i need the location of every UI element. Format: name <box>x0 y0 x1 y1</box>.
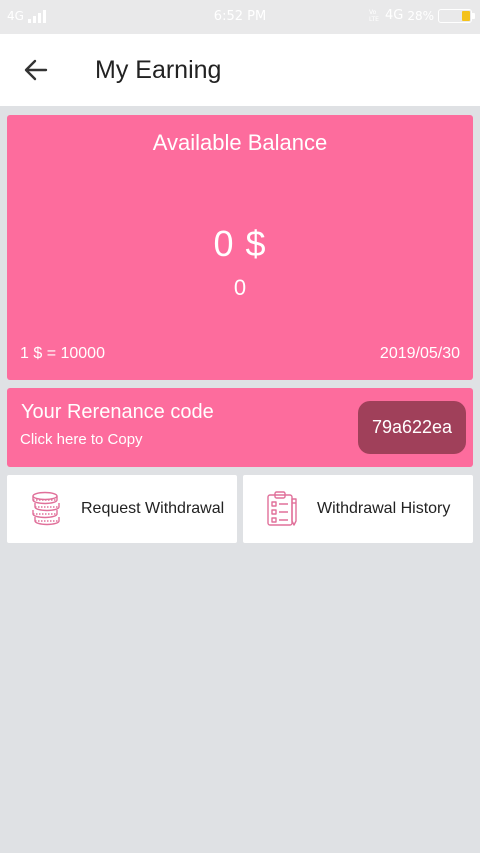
back-button[interactable] <box>20 54 52 86</box>
withdrawal-history-button[interactable]: Withdrawal History <box>243 475 473 543</box>
balance-amount: 0 $ <box>213 223 267 264</box>
app-bar: My Earning <box>0 34 480 106</box>
battery-icon <box>438 8 475 23</box>
battery-fill <box>462 10 470 21</box>
battery-percent: 28% <box>407 8 434 23</box>
request-withdrawal-label: Request Withdrawal <box>81 500 225 517</box>
balance-points: 0 <box>233 275 247 300</box>
clipboard-icon <box>267 491 297 526</box>
status-icons: Vo LTE 4G 28% <box>368 8 475 23</box>
balance-card: Available Balance 0 $ 0 1 $ = 10000 2019… <box>7 115 473 380</box>
coins-icon <box>32 491 60 526</box>
referral-title: Your Rerenance code <box>21 401 214 423</box>
balance-title: Available Balance <box>152 130 328 155</box>
referral-code-badge[interactable]: 79a622ea <box>358 401 466 454</box>
balance-date: 2019/05/30 <box>379 345 460 362</box>
arrow-left-icon <box>24 59 48 81</box>
copy-hint: Click here to Copy <box>20 431 143 448</box>
network-type-right: 4G <box>384 8 404 23</box>
referral-card[interactable]: Your Rerenance code Click here to Copy 7… <box>7 388 473 467</box>
volte-icon: Vo LTE <box>368 8 379 23</box>
request-withdrawal-button[interactable]: Request Withdrawal <box>7 475 237 543</box>
status-bar: 4G 6:52 PM Vo LTE 4G 28% <box>0 0 480 34</box>
exchange-rate: 1 $ = 10000 <box>20 345 105 362</box>
withdrawal-history-label: Withdrawal History <box>317 500 451 517</box>
page-title: My Earning <box>95 56 222 84</box>
